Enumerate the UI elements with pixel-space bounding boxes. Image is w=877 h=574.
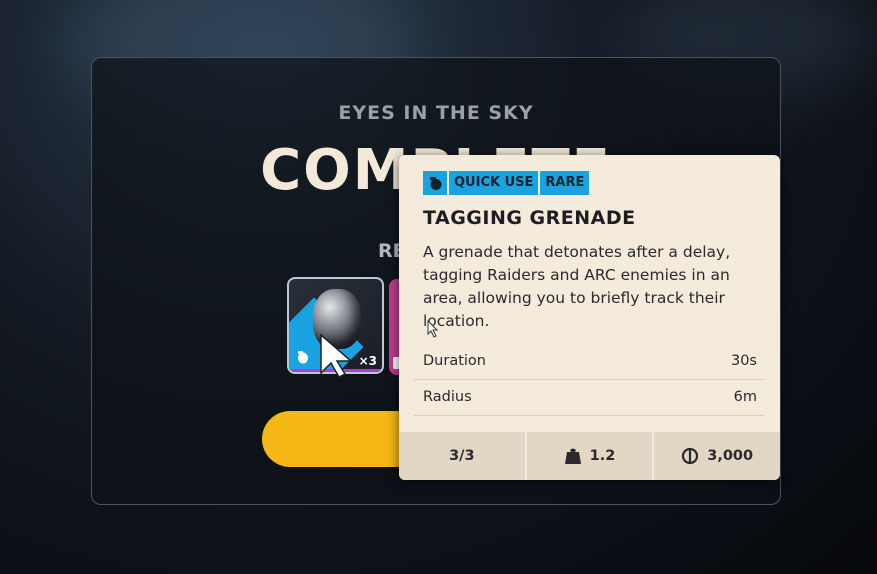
item-description: A grenade that detonates after a delay, … bbox=[423, 243, 731, 330]
grenade-icon bbox=[423, 171, 447, 195]
tag-quick-use: QUICK USE bbox=[449, 171, 539, 195]
item-weight: 1.2 bbox=[527, 432, 655, 480]
item-name: TAGGING GRENADE bbox=[423, 207, 636, 229]
reward-quantity: ×3 bbox=[358, 354, 377, 368]
stat-value: 30s bbox=[730, 353, 757, 369]
coin-icon bbox=[682, 447, 699, 465]
stat-label: Duration bbox=[423, 353, 486, 369]
item-tooltip: QUICK USE RARE TAGGING GRENADE A grenade… bbox=[399, 155, 780, 480]
value-amount: 3,000 bbox=[707, 448, 754, 464]
quick-use-icon bbox=[295, 350, 311, 366]
item-tags: QUICK USE RARE bbox=[423, 171, 590, 195]
weight-icon bbox=[564, 448, 581, 464]
stat-row-radius: Radius 6m bbox=[414, 381, 764, 416]
text-cursor-icon bbox=[427, 320, 439, 338]
item-footer: 3/3 1.2 3,000 bbox=[399, 432, 780, 480]
stat-row-duration: Duration 30s bbox=[414, 345, 764, 380]
weight-value: 1.2 bbox=[589, 448, 616, 464]
mouse-cursor-icon bbox=[320, 333, 354, 378]
stack-count: 3/3 bbox=[399, 432, 527, 480]
item-value: 3,000 bbox=[654, 432, 780, 480]
tag-rarity: RARE bbox=[540, 171, 590, 195]
stack-count-value: 3/3 bbox=[449, 448, 475, 464]
stat-value: 6m bbox=[733, 389, 757, 405]
quest-title: EYES IN THE SKY bbox=[338, 102, 534, 124]
stat-label: Radius bbox=[423, 389, 472, 405]
